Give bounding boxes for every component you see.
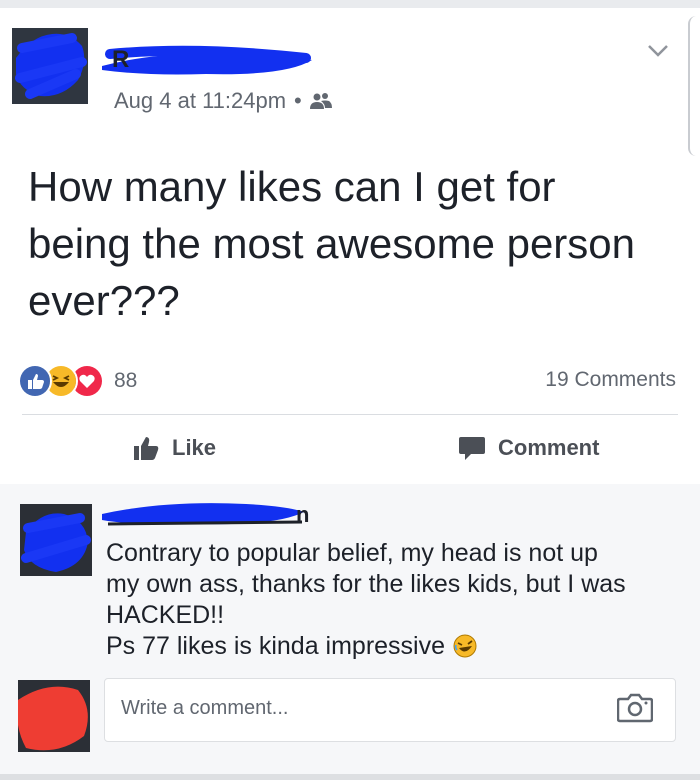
- rolling-laughing-emoji: [453, 634, 477, 658]
- post-meta: Aug 4 at 11:24pm •: [114, 88, 332, 114]
- redaction-scribble: [15, 33, 87, 99]
- divider: [22, 414, 678, 415]
- friends-icon: [309, 93, 332, 109]
- like-button[interactable]: Like: [132, 434, 216, 462]
- comment-text: Contrary to popular belief, my head is n…: [106, 538, 676, 662]
- meta-separator: •: [294, 88, 302, 113]
- comment-input-placeholder: Write a comment...: [121, 697, 289, 719]
- post-card: R Aug 4 at 11:24pm • How many likes can …: [0, 8, 700, 484]
- thumbs-up-icon: [134, 437, 159, 460]
- commenter-name[interactable]: n: [296, 502, 309, 528]
- comment-line: my own ass, thanks for the likes kids, b…: [106, 570, 626, 598]
- scroll-indicator: [688, 16, 700, 156]
- chevron-down-icon[interactable]: [646, 40, 670, 60]
- comments-section: n Contrary to popular belief, my head is…: [0, 484, 700, 774]
- redaction-scribble: [21, 513, 91, 572]
- post-timestamp[interactable]: Aug 4 at 11:24pm: [114, 88, 286, 114]
- comments-count-link[interactable]: 19 Comments: [545, 368, 676, 392]
- post-text: How many likes can I get for being the m…: [28, 163, 636, 324]
- like-reaction-icon: [18, 364, 52, 398]
- camera-icon[interactable]: [617, 693, 653, 723]
- comment-line: HACKED!!: [106, 601, 225, 629]
- comment-line-text: Ps 77 likes is kinda impressive: [106, 632, 446, 660]
- comment-input[interactable]: Write a comment...: [104, 678, 676, 742]
- comment-line: Contrary to popular belief, my head is n…: [106, 539, 598, 567]
- post-author-name[interactable]: R: [112, 46, 129, 74]
- reaction-count: 88: [114, 369, 138, 392]
- comment-button-label: Comment: [498, 435, 600, 460]
- comment-bubble-icon: [459, 437, 485, 460]
- bottom-edge: [0, 774, 700, 780]
- comment-line: Ps 77 likes is kinda impressive: [106, 631, 676, 662]
- redaction-scribble: [18, 680, 90, 752]
- comment-button[interactable]: Comment: [458, 434, 599, 462]
- commenter-avatar[interactable]: [20, 504, 92, 576]
- author-avatar[interactable]: [12, 28, 88, 104]
- commenter-name-redaction: [102, 503, 304, 526]
- reactions-summary[interactable]: 88: [18, 364, 137, 398]
- like-button-label: Like: [172, 435, 217, 460]
- current-user-avatar: [18, 680, 90, 752]
